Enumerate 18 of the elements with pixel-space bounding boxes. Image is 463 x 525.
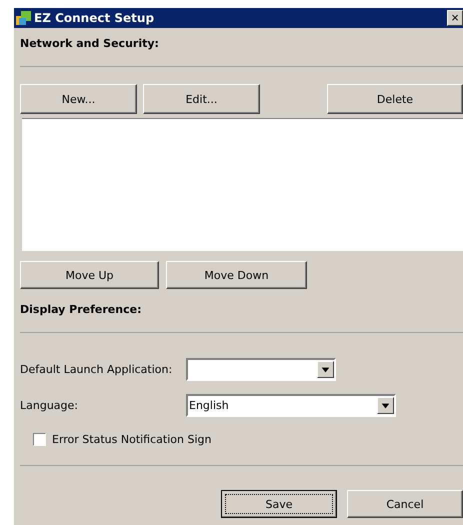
move-button[interactable]: Move Down bbox=[166, 261, 307, 289]
move-button[interactable]: Move Up bbox=[20, 261, 159, 289]
dialog-button[interactable]: Save bbox=[221, 490, 337, 518]
section-heading: Network and Security: bbox=[20, 37, 160, 51]
application-dropdown[interactable] bbox=[186, 358, 336, 381]
field-label: Language: bbox=[20, 399, 79, 412]
close-button[interactable]: × bbox=[447, 10, 463, 26]
dialog-button[interactable]: Cancel bbox=[347, 490, 463, 518]
checkbox-label: Error Status Notification Sign bbox=[52, 432, 212, 446]
section-heading: Display Preference: bbox=[20, 303, 142, 317]
action-button[interactable]: Delete bbox=[327, 84, 463, 114]
action-button[interactable]: New... bbox=[20, 84, 137, 114]
field-label: Default Launch Application: bbox=[20, 363, 174, 376]
window-title: EZ Connect Setup bbox=[34, 11, 156, 25]
checkbox[interactable] bbox=[33, 432, 46, 446]
action-button[interactable]: Edit... bbox=[143, 84, 260, 114]
language-dropdown[interactable]: English bbox=[186, 394, 396, 417]
app-logo-icon bbox=[16, 10, 32, 26]
